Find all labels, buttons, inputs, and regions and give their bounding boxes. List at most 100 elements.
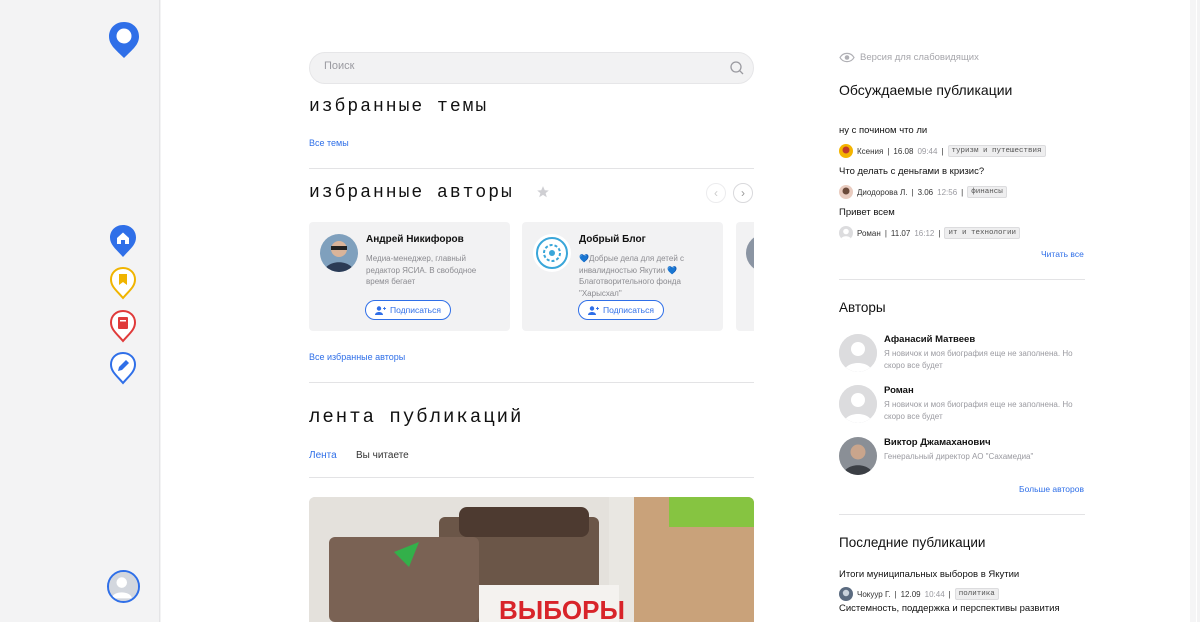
post-time: 09:44 [917, 146, 938, 156]
author-bio: 💙Добрые дела для детей с инвалидностью Я… [579, 254, 685, 298]
user-placeholder-icon [109, 572, 138, 601]
meta-separator: | [961, 187, 964, 197]
meta-separator: | [884, 228, 887, 238]
pencil-icon[interactable] [109, 351, 137, 385]
post-title-link[interactable]: Привет всем [839, 207, 895, 218]
author-card[interactable]: Добрый Блог 💙Добрые дела для детей с инв… [522, 222, 723, 331]
post-date: 3.06 [917, 187, 934, 197]
carousel-prev-button[interactable]: ‹ [706, 183, 726, 203]
post-title-link[interactable]: Итоги муниципальных выборов в Якутии [839, 569, 1019, 580]
meta-separator: | [948, 589, 951, 599]
accessibility-toggle[interactable]: Версия для слабовидящих [839, 52, 979, 63]
author-name[interactable]: Роман [884, 385, 914, 396]
chevron-right-icon: › [741, 186, 745, 200]
search-input[interactable] [324, 60, 704, 72]
post-date: 16.08 [893, 146, 914, 156]
accessibility-label: Версия для слабовидящих [860, 52, 979, 63]
post-meta: Ксения | 16.08 09:44 | туризм и путешест… [839, 144, 1046, 158]
author-name: Добрый Блог [579, 234, 646, 245]
discussed-title: Обсуждаемые публикации [839, 82, 1013, 98]
author-bio: Я новичок и моя биография еще не заполне… [884, 349, 1073, 370]
divider [839, 279, 1085, 280]
author-avatar [839, 226, 853, 240]
book-icon[interactable] [109, 309, 137, 343]
subscribe-label: Подписаться [603, 305, 654, 315]
eye-icon [839, 52, 855, 63]
favorite-authors-title: избранные авторы [309, 183, 514, 203]
tab-following[interactable]: Вы читаете [356, 450, 409, 461]
post-title-link[interactable]: Что делать с деньгами в кризис? [839, 166, 984, 177]
author-bio: Генеральный директор АО "Сахамедиа" [884, 452, 1034, 461]
author-name: Андрей Никифоров [366, 234, 464, 245]
author-avatar [533, 234, 571, 272]
subscribe-button[interactable]: Подписаться [365, 300, 451, 320]
post-author[interactable]: Чокуур Г. [857, 590, 891, 599]
post-time: 10:44 [924, 589, 945, 599]
authors-title: Авторы [839, 300, 886, 315]
feed-post-image[interactable]: ВЫБОРЫ [309, 497, 754, 622]
search-icon[interactable] [729, 60, 745, 76]
post-title-link[interactable]: Системность, поддержка и перспективы раз… [839, 603, 1060, 614]
add-user-icon [588, 305, 600, 315]
meta-separator: | [894, 589, 897, 599]
tab-feed[interactable]: Лента [309, 450, 337, 461]
meta-separator: | [887, 146, 890, 156]
post-tag[interactable]: ит и технологии [944, 227, 1020, 239]
feed-title: лента публикаций [309, 406, 524, 428]
author-name[interactable]: Виктор Джамаханович [884, 437, 991, 448]
author-name[interactable]: Афанасий Матвеев [884, 334, 975, 345]
search-bar[interactable] [309, 52, 754, 84]
post-author[interactable]: Диодорова Л. [857, 188, 907, 197]
star-icon[interactable] [536, 185, 550, 199]
author-avatar [839, 334, 877, 372]
favorite-topics-title: избранные темы [309, 97, 489, 117]
post-title-link[interactable]: ну с почином что ли [839, 125, 927, 136]
author-avatar [320, 234, 358, 272]
author-avatar [839, 437, 877, 475]
divider [309, 382, 754, 383]
carousel-next-button[interactable]: › [733, 183, 753, 203]
feed-photo-text: ВЫБОРЫ [499, 595, 625, 622]
post-tag[interactable]: политика [954, 588, 999, 600]
logo-icon[interactable] [107, 20, 141, 60]
meta-separator: | [938, 228, 941, 238]
user-avatar[interactable] [107, 570, 140, 603]
author-bio: Медиа-менеджер, главный редактор ЯСИА. В… [366, 254, 477, 286]
subscribe-label: Подписаться [390, 305, 441, 315]
more-authors-link[interactable]: Больше авторов [1019, 484, 1084, 494]
post-tag[interactable]: туризм и путешествия [947, 145, 1046, 157]
author-avatar [839, 144, 853, 158]
post-time: 12:56 [937, 187, 958, 197]
all-favorite-authors-link[interactable]: Все избранные авторы [309, 352, 405, 362]
divider [839, 514, 1085, 515]
author-bio: Я новичок и моя биография еще не заполне… [884, 400, 1073, 421]
add-user-icon [375, 305, 387, 315]
post-meta: Диодорова Л. | 3.06 12:56 | финансы [839, 185, 1007, 199]
home-icon[interactable] [109, 224, 137, 258]
subscribe-button[interactable]: Подписаться [578, 300, 664, 320]
post-tag[interactable]: финансы [967, 186, 1007, 198]
author-card[interactable]: Андрей Никифоров Медиа-менеджер, главный… [309, 222, 510, 331]
post-time: 16:12 [914, 228, 935, 238]
left-rail [0, 0, 160, 622]
post-date: 11.07 [890, 228, 911, 238]
main-panel: избранные темы Все темы избранные авторы… [161, 0, 1197, 622]
author-avatar [839, 587, 853, 601]
post-meta: Чокуур Г. | 12.09 10:44 | политика [839, 587, 999, 601]
read-all-link[interactable]: Читать все [1041, 249, 1084, 259]
meta-separator: | [941, 146, 944, 156]
all-topics-link[interactable]: Все темы [309, 138, 349, 148]
author-avatar [839, 185, 853, 199]
post-author[interactable]: Роман [857, 229, 881, 238]
divider [309, 477, 754, 478]
post-author[interactable]: Ксения [857, 147, 883, 156]
author-avatar [839, 385, 877, 423]
latest-title: Последние публикации [839, 535, 986, 550]
post-date: 12.09 [900, 589, 921, 599]
scrollbar[interactable] [1190, 0, 1196, 622]
post-meta: Роман | 11.07 16:12 | ит и технологии [839, 226, 1020, 240]
meta-separator: | [911, 187, 914, 197]
author-card-peek[interactable] [736, 222, 754, 331]
bookmark-icon[interactable] [109, 266, 137, 300]
divider [309, 168, 754, 169]
